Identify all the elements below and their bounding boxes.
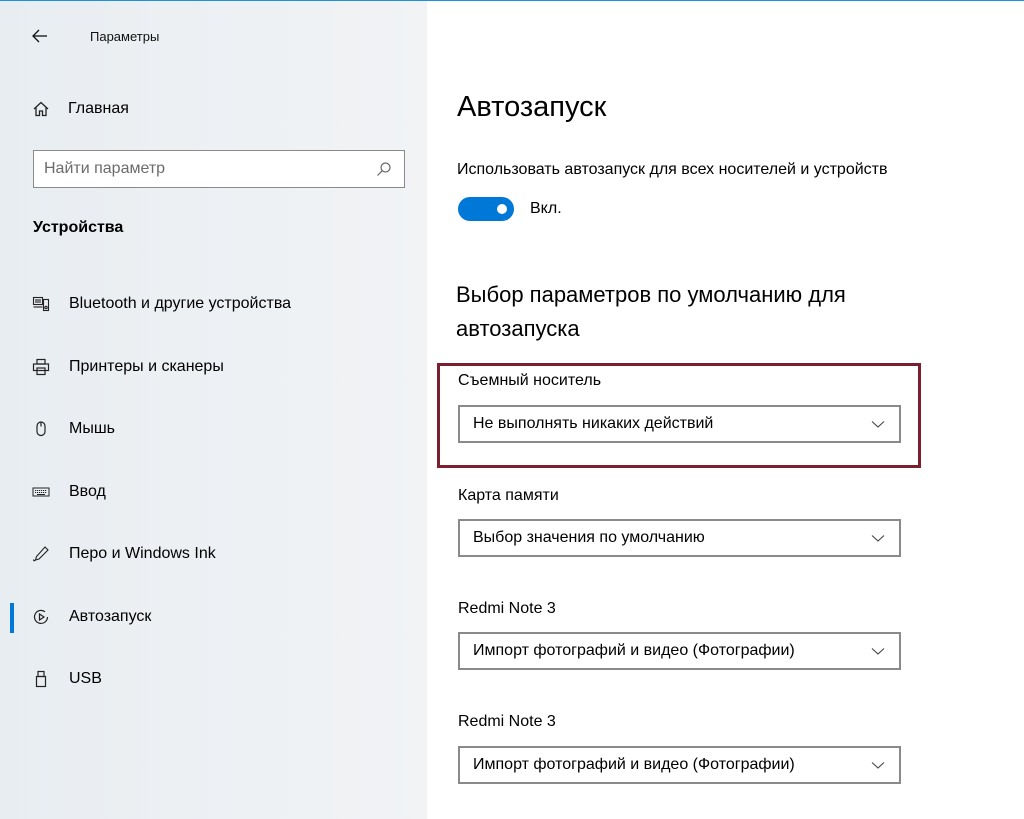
sidebar-item-label: Мышь	[69, 420, 115, 438]
back-button[interactable]	[22, 19, 58, 53]
dropdown-value: Импорт фотографий и видео (Фотографии)	[473, 642, 795, 659]
defaults-heading: Выбор параметров по умолчанию для автоза…	[456, 282, 846, 341]
sidebar-item-label: Принтеры и сканеры	[69, 357, 224, 375]
sidebar-item-printers[interactable]: Принтеры и сканеры	[0, 336, 427, 399]
device-dropdown-2[interactable]: Импорт фотографий и видео (Фотографии)	[458, 746, 901, 784]
memory-card-label: Карта памяти	[458, 487, 559, 504]
use-autoplay-label: Использовать автозапуск для всех носител…	[457, 161, 888, 178]
page-title: Автозапуск	[457, 91, 607, 123]
dropdown-value: Импорт фотографий и видео (Фотографии)	[473, 756, 795, 773]
sidebar-item-typing[interactable]: Ввод	[0, 461, 427, 524]
usb-icon	[35, 671, 47, 688]
memory-card-dropdown[interactable]: Выбор значения по умолчанию	[458, 519, 901, 557]
app-title: Параметры	[90, 29, 160, 44]
device-label-2: Redmi Note 3	[458, 713, 556, 730]
autoplay-icon	[33, 609, 49, 624]
home-icon	[33, 101, 49, 117]
sidebar-item-bluetooth[interactable]: Bluetooth и другие устройства	[0, 273, 427, 336]
sidebar-home[interactable]: Главная	[32, 95, 129, 123]
dropdown-value: Выбор значения по умолчанию	[473, 529, 705, 546]
removable-drive-label: Съемный носитель	[458, 372, 602, 389]
sidebar-item-autoplay[interactable]: Автозапуск	[0, 586, 427, 649]
chevron-down-icon	[871, 535, 885, 542]
dropdown-value: Не выполнять никаких действий	[473, 415, 714, 432]
device-label-1: Redmi Note 3	[458, 600, 556, 617]
section-heading: Устройства	[33, 219, 124, 236]
chevron-down-icon	[871, 762, 885, 769]
toggle-knob	[497, 204, 507, 214]
sidebar: Главная Устройства Bluetooth и другие ус…	[0, 1, 427, 819]
main-content: Автозапуск Использовать автозапуск для в…	[427, 1, 1024, 819]
removable-drive-dropdown[interactable]: Не выполнять никаких действий	[458, 405, 901, 443]
sidebar-item-label: Перо и Windows Ink	[69, 545, 216, 563]
search-icon[interactable]	[376, 161, 392, 177]
chevron-down-icon	[871, 421, 885, 428]
autoplay-toggle[interactable]	[458, 197, 514, 221]
sidebar-item-usb[interactable]: USB	[0, 648, 427, 711]
sidebar-home-label: Главная	[68, 100, 129, 117]
search-box[interactable]	[33, 150, 405, 188]
settings-window: Главная Устройства Bluetooth и другие ус…	[0, 0, 1024, 819]
search-input[interactable]	[34, 159, 376, 179]
printer-icon	[32, 358, 50, 375]
sidebar-item-pen[interactable]: Перо и Windows Ink	[0, 523, 427, 586]
sidebar-item-label: Bluetooth и другие устройства	[69, 295, 292, 313]
device-dropdown-1[interactable]: Импорт фотографий и видео (Фотографии)	[458, 632, 901, 670]
back-arrow-icon	[32, 29, 47, 43]
bluetooth-devices-icon	[32, 297, 50, 312]
sidebar-item-label: USB	[69, 670, 102, 688]
pen-icon	[33, 546, 49, 562]
sidebar-item-label: Автозапуск	[69, 607, 152, 625]
sidebar-item-label: Ввод	[69, 482, 106, 500]
mouse-icon	[36, 421, 46, 437]
toggle-state-label: Вкл.	[530, 200, 562, 217]
keyboard-icon	[32, 487, 50, 497]
sidebar-item-mouse[interactable]: Мышь	[0, 398, 427, 461]
chevron-down-icon	[871, 648, 885, 655]
sidebar-nav: Bluetooth и другие устройства Принтеры и…	[0, 273, 427, 711]
